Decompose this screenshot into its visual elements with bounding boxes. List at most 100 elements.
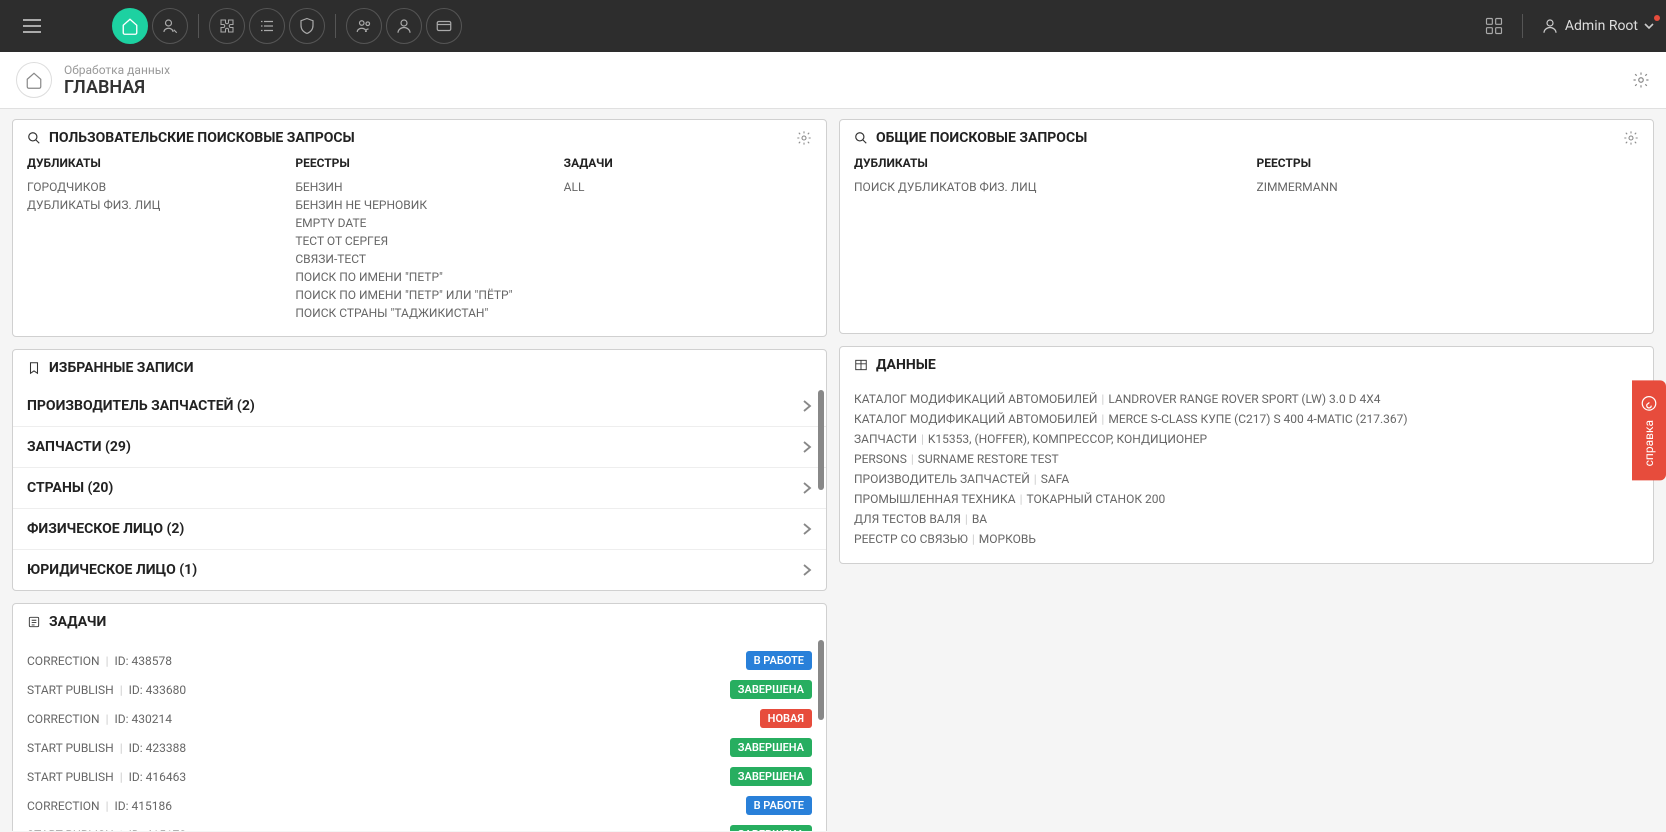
query-item[interactable]: ДУБЛИКАТЫ ФИЗ. ЛИЦ xyxy=(27,196,275,214)
data-category: ДЛЯ ТЕСТОВ ВАЛЯ xyxy=(854,512,961,526)
nav-list-button[interactable] xyxy=(249,8,285,44)
nav-person-button[interactable] xyxy=(386,8,422,44)
query-item[interactable]: БЕНЗИН НЕ ЧЕРНОВИК xyxy=(295,196,543,214)
column-head: ЗАДАЧИ xyxy=(564,156,812,170)
status-badge: В РАБОТЕ xyxy=(746,651,812,670)
favorites-row[interactable]: СТРАНЫ (20) xyxy=(13,468,826,509)
task-row[interactable]: CORRECTION|ID: 438578В РАБОТЕ xyxy=(27,646,812,675)
task-type: CORRECTION xyxy=(27,712,100,726)
task-id: ID: 415186 xyxy=(115,799,173,813)
gear-icon xyxy=(1623,130,1639,146)
titlebar-settings-button[interactable] xyxy=(1632,71,1650,89)
right-column: ОБЩИЕ ПОИСКОВЫЕ ЗАПРОСЫ ДУБЛИКАТЫ ПОИСК … xyxy=(839,119,1654,831)
data-row[interactable]: РЕЕСТР СО СВЯЗЬЮ|МОРКОВЬ xyxy=(854,529,1639,549)
favorites-label: ЗАПЧАСТИ (29) xyxy=(27,439,131,455)
users-icon xyxy=(355,17,373,35)
separator: | xyxy=(1101,392,1104,406)
gear-icon xyxy=(796,130,812,146)
separator: | xyxy=(1034,472,1037,486)
data-row[interactable]: PERSONS|SURNAME RESTORE TEST xyxy=(854,449,1639,469)
card-settings-button[interactable] xyxy=(796,130,812,146)
card-header: ЗАДАЧИ xyxy=(13,604,826,640)
query-list: ПОИСК ДУБЛИКАТОВ ФИЗ. ЛИЦ xyxy=(854,178,1237,196)
favorites-row[interactable]: ФИЗИЧЕСКОЕ ЛИЦО (2) xyxy=(13,509,826,550)
favorites-row[interactable]: ЗАПЧАСТИ (29) xyxy=(13,427,826,468)
query-item[interactable]: ПОИСК ДУБЛИКАТОВ ФИЗ. ЛИЦ xyxy=(854,178,1237,196)
data-category: КАТАЛОГ МОДИФИКАЦИЙ АВТОМОБИЛЕЙ xyxy=(854,392,1097,406)
data-row[interactable]: ЗАПЧАСТИ|K15353, (HOFFER), КОМПРЕССОР, К… xyxy=(854,429,1639,449)
help-icon xyxy=(1640,394,1658,412)
help-tab-button[interactable]: справка xyxy=(1632,380,1666,480)
query-item[interactable]: ГОРОДЧИКОВ xyxy=(27,178,275,196)
home-outline-icon xyxy=(25,71,43,89)
search-icon xyxy=(27,131,41,145)
query-list: ZIMMERMANN xyxy=(1257,178,1640,196)
card-title: ДАННЫЕ xyxy=(876,357,936,373)
data-row[interactable]: ПРОМЫШЛЕННАЯ ТЕХНИКА|ТОКАРНЫЙ СТАНОК 200 xyxy=(854,489,1639,509)
app-switcher-button[interactable] xyxy=(1484,16,1504,36)
task-row[interactable]: START PUBLISH|ID: 433680ЗАВЕРШЕНА xyxy=(27,675,812,704)
data-row[interactable]: ДЛЯ ТЕСТОВ ВАЛЯ|ВА xyxy=(854,509,1639,529)
query-item[interactable]: ПОИСК ПО ИМЕНИ "ПЕТР" xyxy=(295,268,543,286)
query-item[interactable]: EMPTY DATE xyxy=(295,214,543,232)
title-text-block: Обработка данных ГЛАВНАЯ xyxy=(64,63,170,98)
chevron-down-icon xyxy=(1644,21,1654,31)
status-badge: ЗАВЕРШЕНА xyxy=(730,680,812,699)
common-queries-card: ОБЩИЕ ПОИСКОВЫЕ ЗАПРОСЫ ДУБЛИКАТЫ ПОИСК … xyxy=(839,119,1654,334)
card-header: ДАННЫЕ xyxy=(840,347,1653,383)
data-row[interactable]: КАТАЛОГ МОДИФИКАЦИЙ АВТОМОБИЛЕЙ|MERCE S-… xyxy=(854,409,1639,429)
query-item[interactable]: ALL xyxy=(564,178,812,196)
query-item[interactable]: ПОИСК ПО ИМЕНИ "ПЕТР" ИЛИ "ПЁТР" xyxy=(295,286,543,304)
task-row[interactable]: START PUBLISH|ID: 416463ЗАВЕРШЕНА xyxy=(27,762,812,791)
page-title: ГЛАВНАЯ xyxy=(64,77,170,98)
nav-home-button[interactable] xyxy=(112,8,148,44)
data-row[interactable]: КАТАЛОГ МОДИФИКАЦИЙ АВТОМОБИЛЕЙ|LANDROVE… xyxy=(854,389,1639,409)
separator: | xyxy=(106,654,109,668)
data-value: SURNAME RESTORE TEST xyxy=(918,452,1059,466)
shield-icon xyxy=(298,17,316,35)
nav-search-button[interactable] xyxy=(152,8,188,44)
task-id: ID: 433680 xyxy=(129,683,187,697)
notification-dot xyxy=(1654,15,1660,21)
status-badge: ЗАВЕРШЕНА xyxy=(730,767,812,786)
left-column: ПОЛЬЗОВАТЕЛЬСКИЕ ПОИСКОВЫЕ ЗАПРОСЫ ДУБЛИ… xyxy=(12,119,827,831)
tasks-list: CORRECTION | ID: 438578 В РАБОТЕ START PUBLI… xyxy=(13,640,826,831)
chevron-right-icon xyxy=(802,522,812,536)
task-row[interactable]: CORRECTION|ID: 415186В РАБОТЕ xyxy=(27,791,812,820)
user-name-label: Admin Root xyxy=(1565,18,1638,34)
task-row[interactable]: START PUBLISH|ID: 423388ЗАВЕРШЕНА xyxy=(27,733,812,762)
scrollbar[interactable] xyxy=(818,390,824,490)
help-label: справка xyxy=(1642,420,1656,466)
query-item[interactable]: БЕНЗИН xyxy=(295,178,543,196)
favorites-row[interactable]: ЮРИДИЧЕСКОЕ ЛИЦО (1) xyxy=(13,550,826,590)
query-list: ALL xyxy=(564,178,812,196)
data-category: КАТАЛОГ МОДИФИКАЦИЙ АВТОМОБИЛЕЙ xyxy=(854,412,1097,426)
nav-puzzle-button[interactable] xyxy=(209,8,245,44)
favorites-row[interactable]: ПРОИЗВОДИТЕЛЬ ЗАПЧАСТЕЙ (2) xyxy=(13,386,826,427)
query-item[interactable]: ТЕСТ ОТ СЕРГЕЯ xyxy=(295,232,543,250)
duplicates-column: ДУБЛИКАТЫ ГОРОДЧИКОВДУБЛИКАТЫ ФИЗ. ЛИЦ xyxy=(27,156,275,322)
user-menu-button[interactable]: Admin Root xyxy=(1541,17,1654,35)
query-item[interactable]: СВЯЗИ-ТЕСТ xyxy=(295,250,543,268)
card-title: ПОЛЬЗОВАТЕЛЬСКИЕ ПОИСКОВЫЕ ЗАПРОСЫ xyxy=(49,130,355,146)
chevron-right-icon xyxy=(802,481,812,495)
data-row[interactable]: ПРОИЗВОДИТЕЛЬ ЗАПЧАСТЕЙ|SAFA xyxy=(854,469,1639,489)
home-icon xyxy=(121,17,139,35)
table-icon xyxy=(854,358,868,372)
task-row[interactable]: START PUBLISH|ID: 415178ЗАВЕРШЕНА xyxy=(27,820,812,831)
nav-shield-button[interactable] xyxy=(289,8,325,44)
query-item[interactable]: ПОИСК СТРАНЫ "ТАДЖИКИСТАН" xyxy=(295,304,543,322)
column-head: РЕЕСТРЫ xyxy=(295,156,543,170)
task-id: ID: 438578 xyxy=(115,654,173,668)
grid-icon xyxy=(1484,16,1504,36)
query-item[interactable]: ZIMMERMANN xyxy=(1257,178,1640,196)
data-value: ТОКАРНЫЙ СТАНОК 200 xyxy=(1027,492,1166,506)
nav-card-button[interactable] xyxy=(426,8,462,44)
task-row[interactable]: CORRECTION|ID: 430214НОВАЯ xyxy=(27,704,812,733)
scrollbar[interactable] xyxy=(818,640,824,720)
data-value: SAFA xyxy=(1041,472,1069,486)
card-settings-button[interactable] xyxy=(1623,130,1639,146)
hamburger-button[interactable] xyxy=(12,6,52,46)
column-head: ДУБЛИКАТЫ xyxy=(854,156,1237,170)
nav-users-button[interactable] xyxy=(346,8,382,44)
